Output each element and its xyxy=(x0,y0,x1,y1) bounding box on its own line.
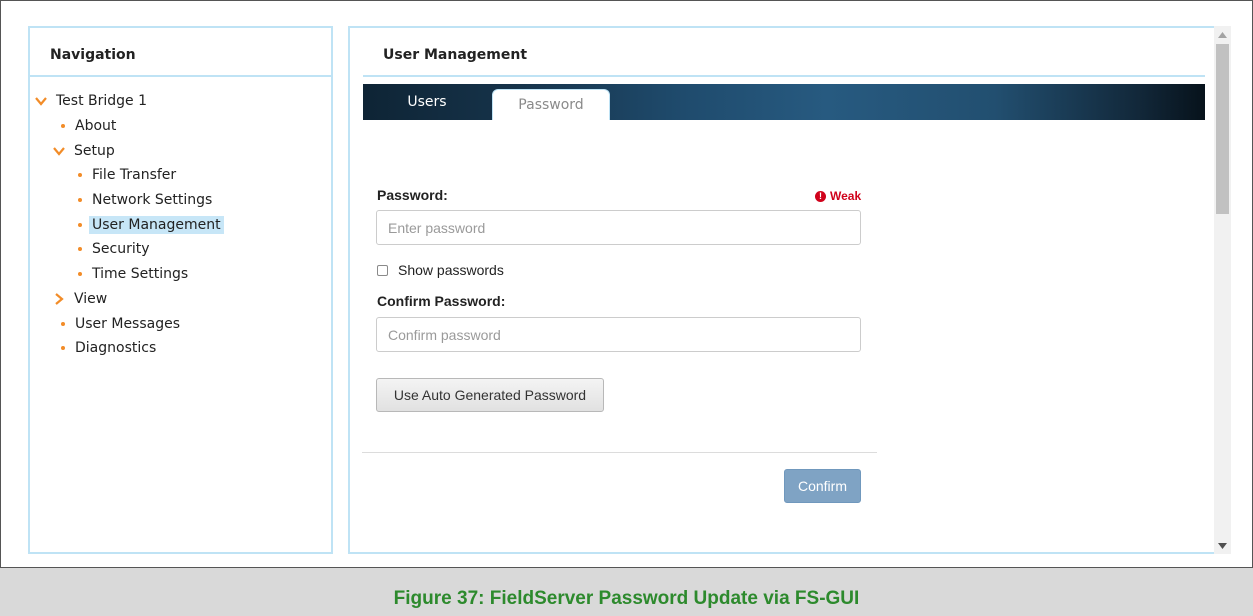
nav-item-view[interactable]: View xyxy=(52,288,107,310)
nav-item-label: Security xyxy=(92,241,150,257)
nav-item-time-settings[interactable]: Time Settings xyxy=(78,263,188,285)
bullet-icon xyxy=(78,198,82,202)
show-passwords-checkbox[interactable] xyxy=(377,264,388,276)
bullet-icon xyxy=(78,247,82,251)
scroll-up-arrow-icon[interactable] xyxy=(1214,26,1231,43)
screenshot-frame: Navigation Test Bridge 1 About Setup Fil… xyxy=(0,0,1253,616)
nav-item-label: Setup xyxy=(74,143,115,159)
chevron-down-icon[interactable] xyxy=(52,144,66,158)
show-passwords-label[interactable]: Show passwords xyxy=(398,262,504,278)
nav-item-label: View xyxy=(74,291,108,307)
nav-item-setup[interactable]: Setup xyxy=(52,140,115,162)
password-label: Password: xyxy=(377,187,448,203)
form-footer-divider xyxy=(362,452,877,453)
bullet-icon xyxy=(78,272,82,276)
scroll-down-arrow-icon[interactable] xyxy=(1214,537,1231,554)
nav-item-label: Network Settings xyxy=(92,192,213,208)
nav-item-label: User Messages xyxy=(75,316,181,332)
nav-item-label: About xyxy=(75,118,117,134)
show-passwords-option[interactable]: Show passwords xyxy=(377,262,504,278)
confirm-password-input[interactable] xyxy=(376,317,861,352)
password-input[interactable] xyxy=(376,210,861,245)
nav-item-diagnostics[interactable]: Diagnostics xyxy=(61,337,156,359)
password-strength-indicator: ! Weak xyxy=(815,189,861,203)
vertical-scrollbar[interactable] xyxy=(1214,26,1231,554)
bullet-icon xyxy=(61,322,65,326)
bullet-icon xyxy=(78,173,82,177)
exclamation-circle-icon: ! xyxy=(815,190,826,202)
nav-item-user-messages[interactable]: User Messages xyxy=(61,313,180,335)
nav-item-network-settings[interactable]: Network Settings xyxy=(78,189,212,211)
confirm-password-label: Confirm Password: xyxy=(377,293,506,309)
nav-item-about[interactable]: About xyxy=(61,115,116,137)
page-title: User Management xyxy=(383,47,528,63)
nav-item-security[interactable]: Security xyxy=(78,238,150,260)
page-title-divider xyxy=(363,75,1205,77)
nav-item-label-selected: User Management xyxy=(89,216,224,234)
password-strength-text: Weak xyxy=(830,189,862,203)
nav-item-file-transfer[interactable]: File Transfer xyxy=(78,164,176,186)
bullet-icon xyxy=(61,346,65,350)
confirm-button[interactable]: Confirm xyxy=(784,469,861,503)
tab-password[interactable]: Password xyxy=(492,89,610,120)
tab-users[interactable]: Users xyxy=(363,84,491,120)
user-management-panel: User Management Users Password Password:… xyxy=(348,26,1216,554)
bullet-icon xyxy=(78,223,82,227)
nav-item-label: Diagnostics xyxy=(75,340,157,356)
nav-item-user-management[interactable]: User Management xyxy=(78,214,224,236)
navigation-panel: Navigation Test Bridge 1 About Setup Fil… xyxy=(28,26,333,554)
nav-item-label: Test Bridge 1 xyxy=(56,93,148,109)
chevron-down-icon[interactable] xyxy=(34,94,48,108)
scrollbar-thumb[interactable] xyxy=(1216,44,1229,214)
navigation-divider xyxy=(30,75,331,77)
figure-caption: Figure 37: FieldServer Password Update v… xyxy=(393,588,860,609)
navigation-title: Navigation xyxy=(50,47,136,63)
tab-bar: Users Password xyxy=(363,84,1205,120)
auto-generate-password-button[interactable]: Use Auto Generated Password xyxy=(376,378,604,412)
nav-item-label: File Transfer xyxy=(92,167,177,183)
chevron-right-icon[interactable] xyxy=(52,292,66,306)
nav-item-test-bridge-1[interactable]: Test Bridge 1 xyxy=(34,90,147,112)
bullet-icon xyxy=(61,124,65,128)
figure-caption-bar: Figure 37: FieldServer Password Update v… xyxy=(0,567,1253,616)
nav-item-label: Time Settings xyxy=(92,266,189,282)
